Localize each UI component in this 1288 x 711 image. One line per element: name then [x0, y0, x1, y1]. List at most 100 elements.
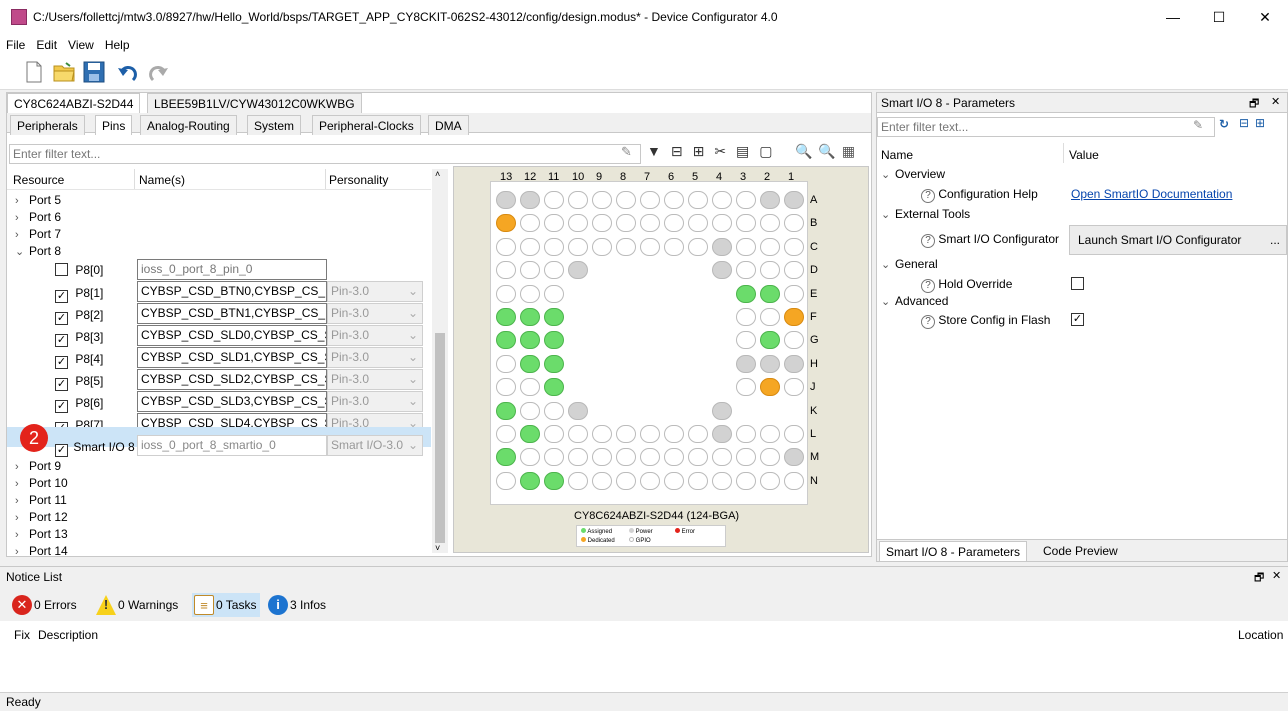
bga-pin[interactable] [496, 284, 516, 303]
bga-pin[interactable] [784, 378, 804, 397]
menu-edit[interactable]: Edit [30, 34, 62, 52]
pin-name-field[interactable]: CYBSP_CSD_SLD1,CYBSP_CS_SLD1 [137, 347, 327, 368]
pin-row-p8-5[interactable]: ✓ P8[5] [55, 372, 103, 391]
bga-pin[interactable] [544, 331, 564, 350]
bga-pin[interactable] [544, 448, 564, 467]
close-panel-icon[interactable]: ✕ [1272, 569, 1281, 582]
bga-pin[interactable] [736, 284, 756, 303]
bga-pin[interactable] [664, 191, 684, 209]
bga-pin[interactable] [736, 425, 756, 443]
personality-select[interactable]: Pin-3.0 ⌄ [327, 325, 423, 346]
tab-analog-routing[interactable]: Analog-Routing [140, 115, 237, 135]
group-external-tools[interactable]: ⌄ External Tools [881, 205, 970, 223]
bga-pin[interactable] [616, 471, 636, 490]
bga-pin[interactable] [784, 425, 804, 443]
pin-row-p8-2[interactable]: ✓ P8[2] [55, 306, 103, 325]
clear-filter-icon[interactable]: ✎ [1193, 118, 1203, 132]
personality-select[interactable]: Pin-3.0 ⌄ [327, 391, 423, 412]
bga-pin[interactable] [592, 471, 612, 490]
bga-pin[interactable] [640, 191, 660, 209]
bga-pin[interactable] [712, 191, 732, 209]
personality-select[interactable]: Pin-3.0 ⌄ [327, 281, 423, 302]
bga-pin[interactable] [712, 261, 732, 280]
tasks-filter-button[interactable]: ≡ 0 Tasks [192, 593, 261, 617]
bga-pin[interactable] [736, 471, 756, 490]
bga-pin[interactable] [688, 425, 708, 443]
bga-pin[interactable] [760, 261, 780, 280]
bga-pin[interactable] [760, 425, 780, 443]
tab-peripherals[interactable]: Peripherals [10, 115, 85, 135]
bga-pin[interactable] [784, 448, 804, 467]
bga-pin[interactable] [760, 331, 780, 350]
bga-pin[interactable] [568, 471, 588, 490]
refresh-icon[interactable]: ↻ [1219, 117, 1229, 131]
bga-pin[interactable] [640, 214, 660, 233]
bga-pin[interactable] [568, 214, 588, 233]
col-fix[interactable]: Fix [14, 628, 30, 642]
bga-pin[interactable] [520, 331, 540, 350]
bga-pin[interactable] [664, 425, 684, 443]
bga-pin[interactable] [784, 191, 804, 209]
bga-pin[interactable] [544, 308, 564, 326]
bga-pin[interactable] [712, 401, 732, 420]
bga-pin[interactable] [520, 425, 540, 443]
clear-filter-icon[interactable]: ✎ [621, 144, 632, 160]
menu-view[interactable]: View [62, 34, 99, 52]
tab-code-preview[interactable]: Code Preview [1043, 544, 1118, 558]
bga-pin[interactable] [784, 354, 804, 373]
pin-row-p8-0[interactable]: P8[0] [55, 261, 103, 280]
bga-pin[interactable] [688, 214, 708, 233]
bga-pin[interactable] [496, 308, 516, 326]
bga-pin[interactable] [520, 448, 540, 467]
pins-filter-input[interactable]: Enter filter text... [9, 144, 641, 164]
bga-pin[interactable] [496, 214, 516, 233]
bga-pin[interactable] [784, 261, 804, 280]
menu-file[interactable]: File [0, 34, 30, 52]
bga-pin[interactable] [688, 471, 708, 490]
bga-pin[interactable] [544, 191, 564, 209]
open-folder-icon[interactable] [52, 60, 76, 84]
bga-pin[interactable] [496, 261, 516, 280]
personality-select[interactable]: Pin-3.0 ⌄ [327, 369, 423, 390]
bga-pin[interactable] [544, 261, 564, 280]
bga-pin[interactable] [784, 471, 804, 490]
bga-pin[interactable] [688, 448, 708, 467]
bga-pin[interactable] [544, 237, 564, 256]
bga-pin[interactable] [784, 308, 804, 326]
pin-checkbox[interactable] [55, 263, 68, 276]
bga-pin[interactable] [760, 237, 780, 256]
bga-pin[interactable] [736, 448, 756, 467]
col-location[interactable]: Location [1238, 628, 1283, 642]
close-panel-icon[interactable]: ✕ [1271, 95, 1280, 108]
zoom-icons[interactable]: 🔍🔍▦ [795, 143, 861, 160]
bga-pin[interactable] [784, 331, 804, 350]
bga-pin[interactable] [616, 425, 636, 443]
bga-pin[interactable] [640, 448, 660, 467]
pin-row-p8-1[interactable]: ✓ P8[1] [55, 284, 103, 303]
bga-pin[interactable] [496, 378, 516, 397]
bga-pin[interactable] [760, 378, 780, 397]
bga-pin[interactable] [760, 191, 780, 209]
bga-pin[interactable] [520, 308, 540, 326]
bga-pin[interactable] [736, 261, 756, 280]
bga-pin[interactable] [664, 214, 684, 233]
bga-pin[interactable] [760, 471, 780, 490]
bga-pin[interactable] [544, 284, 564, 303]
tab-dma[interactable]: DMA [428, 115, 469, 135]
bga-pin[interactable] [496, 448, 516, 467]
bga-pin[interactable] [616, 237, 636, 256]
launch-smart-io-configurator-button[interactable]: Launch Smart I/O Configurator... [1069, 225, 1287, 255]
tab-device-wifi[interactable]: LBEE59B1LV/CYW43012C0WKWBG [147, 93, 362, 113]
menu-help[interactable]: Help [99, 34, 135, 52]
errors-filter-button[interactable]: ✕ 0 Errors [10, 593, 77, 617]
group-overview[interactable]: ⌄ Overview [881, 165, 945, 183]
smart-io-personality-select[interactable]: Smart I/O-3.0 ⌄ [327, 435, 423, 456]
bga-pin[interactable] [616, 191, 636, 209]
pins-scrollbar[interactable]: ˄ ˅ [432, 169, 448, 553]
bga-pin[interactable] [496, 354, 516, 373]
bga-pin[interactable] [736, 237, 756, 256]
bga-pin[interactable] [520, 378, 540, 397]
col-description[interactable]: Description [38, 628, 98, 642]
tree-port-14[interactable]: › Port 14 [15, 542, 68, 561]
bga-pin[interactable] [760, 308, 780, 326]
